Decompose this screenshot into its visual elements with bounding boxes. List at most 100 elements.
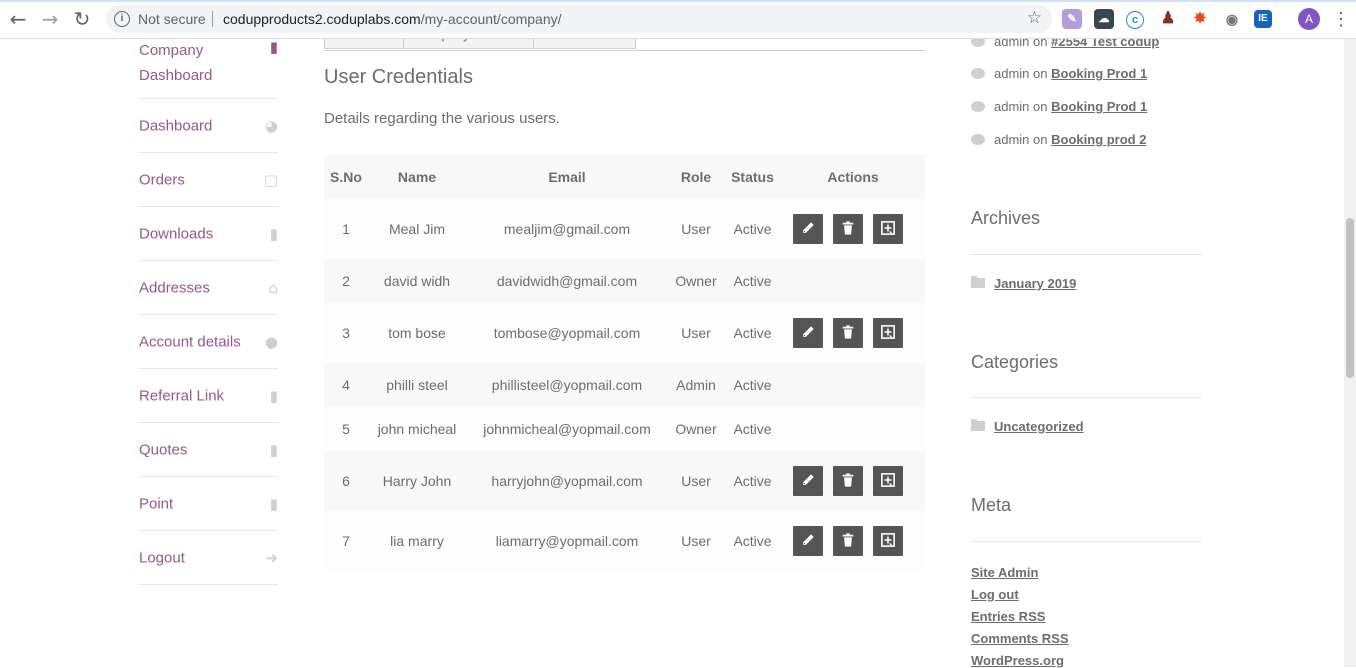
sidebar-item-logout[interactable]: Logout ➜ xyxy=(139,531,278,585)
kebab-menu-icon[interactable]: ⋮ xyxy=(1332,8,1350,30)
sidebar-item-account-details[interactable]: Account details ● xyxy=(139,315,278,369)
account-navigation: Company Dashboard ▮ Dashboard ◕ Orders ▢… xyxy=(139,38,278,585)
trash-icon xyxy=(841,324,855,342)
extension-chrome-icon[interactable]: c xyxy=(1126,11,1144,29)
address-bar[interactable]: i Not secure codupproducts2.coduplabs.co… xyxy=(106,5,1052,33)
file-icon: ▮ xyxy=(269,38,278,56)
extension-cloud-icon[interactable]: ☁ xyxy=(1094,9,1114,29)
cell-role: User xyxy=(668,303,724,363)
sidebar-item-dashboard[interactable]: Dashboard ◕ xyxy=(139,99,278,153)
cell-actions xyxy=(781,451,925,511)
column-header-status: Status xyxy=(724,155,781,199)
archive-link[interactable]: January 2019 xyxy=(994,276,1076,291)
meta-entries-rss-link[interactable]: Entries RSS xyxy=(971,609,1045,624)
meta-site-admin-link[interactable]: Site Admin xyxy=(971,565,1038,580)
archive-item: January 2019 xyxy=(971,276,1076,291)
edit-user-button[interactable] xyxy=(793,466,823,496)
delete-user-button[interactable] xyxy=(833,526,863,556)
extension-quill-icon[interactable]: ✎ xyxy=(1062,9,1082,29)
page-scrollbar[interactable] xyxy=(1344,38,1356,667)
cell-email: davidwidh@gmail.com xyxy=(466,259,668,303)
url-text[interactable]: codupproducts2.coduplabs.com/my-account/… xyxy=(223,11,562,27)
cell-sno: 1 xyxy=(324,199,368,259)
cell-email: liamarry@yopmail.com xyxy=(466,511,668,571)
cell-sno: 4 xyxy=(324,363,368,407)
sidebar-item-label: Orders xyxy=(139,171,185,188)
sidebar-item-company-dashboard[interactable]: Company Dashboard ▮ xyxy=(139,38,278,99)
extension-chess-icon[interactable]: ♟ xyxy=(1158,9,1178,29)
cell-role: User xyxy=(668,199,724,259)
column-header-name: Name xyxy=(368,155,466,199)
pencil-icon xyxy=(801,473,815,490)
assign-user-button[interactable] xyxy=(873,466,903,496)
sidebar-item-downloads[interactable]: Downloads ▮ xyxy=(139,207,278,261)
column-header-role: Role xyxy=(668,155,724,199)
cell-sno: 2 xyxy=(324,259,368,303)
cell-email: phillisteel@yopmail.com xyxy=(466,363,668,407)
table-header-row: S.No Name Email Role Status Actions xyxy=(324,155,925,199)
info-icon[interactable]: i xyxy=(114,11,130,27)
basket-icon: ▢ xyxy=(263,170,278,189)
transfer-icon xyxy=(881,324,895,342)
sidebar-item-label: Quotes xyxy=(139,441,188,458)
extension-camera-icon[interactable]: ◉ xyxy=(1222,9,1242,29)
sidebar-item-addresses[interactable]: Addresses ⌂ xyxy=(139,261,278,315)
column-header-sno: S.No xyxy=(324,155,368,199)
transfer-icon xyxy=(881,532,895,550)
recent-comment: admin on Booking Prod 1 xyxy=(971,66,1147,81)
back-arrow-icon[interactable]: ← xyxy=(6,7,30,31)
delete-user-button[interactable] xyxy=(833,466,863,496)
meta-log-out-link[interactable]: Log out xyxy=(971,587,1019,602)
meta-comments-rss-link[interactable]: Comments RSS xyxy=(971,631,1069,646)
edit-user-button[interactable] xyxy=(793,214,823,244)
sidebar-item-orders[interactable]: Orders ▢ xyxy=(139,153,278,207)
sidebar-item-point[interactable]: Point ▮ xyxy=(139,477,278,531)
cell-actions xyxy=(781,199,925,259)
home-icon: ⌂ xyxy=(268,278,278,297)
recent-comment: admin on Booking prod 2 xyxy=(971,132,1146,147)
comment-bubble-icon xyxy=(971,68,985,79)
edit-user-button[interactable] xyxy=(793,318,823,348)
assign-user-button[interactable] xyxy=(873,526,903,556)
delete-user-button[interactable] xyxy=(833,318,863,348)
pencil-icon xyxy=(801,325,815,342)
cell-actions xyxy=(781,407,925,451)
comment-on: on xyxy=(1033,99,1048,114)
url-host: codupproducts2.coduplabs.com xyxy=(223,11,421,27)
comment-post-link[interactable]: Booking prod 2 xyxy=(1051,132,1146,147)
delete-user-button[interactable] xyxy=(833,214,863,244)
bookmark-star-icon[interactable]: ☆ xyxy=(1027,8,1042,28)
row-actions xyxy=(781,214,925,244)
extension-swirl-icon[interactable]: ✸ xyxy=(1190,9,1210,29)
table-row: 6 Harry John harryjohn@yopmail.com User Acti… xyxy=(324,451,925,511)
file-icon: ▮ xyxy=(269,440,278,459)
sign-out-icon: ➜ xyxy=(265,548,278,567)
meta-wordpress-org-link[interactable]: WordPress.org xyxy=(971,653,1064,668)
category-link[interactable]: Uncategorized xyxy=(994,419,1084,434)
trash-icon xyxy=(841,472,855,490)
dashboard-gauge-icon: ◕ xyxy=(264,116,278,135)
edit-user-button[interactable] xyxy=(793,526,823,556)
pencil-icon xyxy=(801,221,815,238)
recent-comment: admin on Booking Prod 1 xyxy=(971,99,1147,114)
comment-post-link[interactable]: Booking Prod 1 xyxy=(1051,99,1147,114)
reload-icon[interactable]: ↻ xyxy=(70,7,94,31)
cell-actions xyxy=(781,363,925,407)
pencil-icon xyxy=(801,533,815,550)
sidebar-item-referral-link[interactable]: Referral Link ▮ xyxy=(139,369,278,423)
assign-user-button[interactable] xyxy=(873,318,903,348)
cell-actions xyxy=(781,303,925,363)
extension-ie-icon[interactable]: IE xyxy=(1254,10,1272,28)
cell-name: tom bose xyxy=(368,303,466,363)
comment-post-link[interactable]: Booking Prod 1 xyxy=(1051,66,1147,81)
assign-user-button[interactable] xyxy=(873,214,903,244)
scrollbar-thumb[interactable] xyxy=(1346,218,1354,378)
sidebar-item-label: Account details xyxy=(139,333,241,350)
cell-role: Admin xyxy=(668,363,724,407)
sidebar-item-quotes[interactable]: Quotes ▮ xyxy=(139,423,278,477)
cell-email: mealjim@gmail.com xyxy=(466,199,668,259)
user-credentials-table: S.No Name Email Role Status Actions 1 Mea… xyxy=(324,155,925,571)
comment-author: admin xyxy=(994,99,1030,114)
forward-arrow-icon[interactable]: → xyxy=(38,7,62,31)
profile-avatar[interactable]: A xyxy=(1298,8,1320,30)
